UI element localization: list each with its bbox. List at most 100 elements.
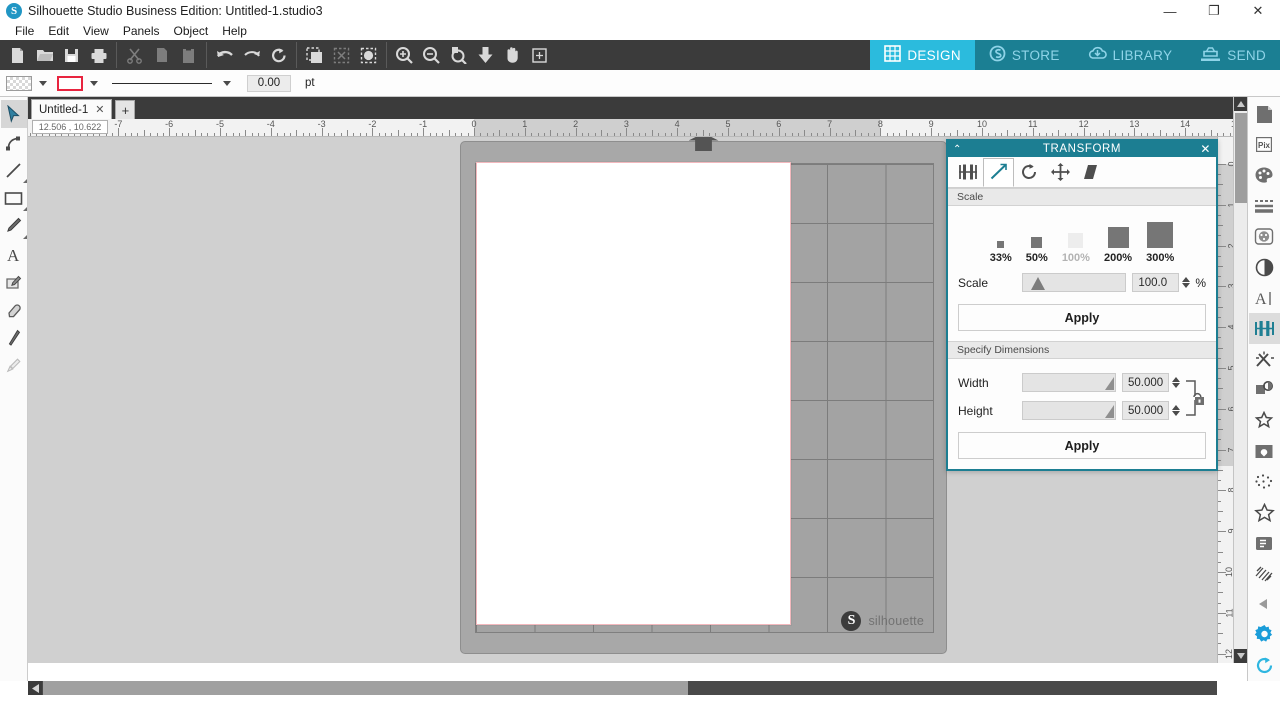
width-value-input[interactable]: 50.000 (1122, 373, 1169, 392)
gradient-fill-icon[interactable] (1249, 252, 1280, 283)
fill-color-swatch[interactable] (6, 75, 32, 91)
close-icon[interactable]: ✕ (1200, 142, 1211, 156)
text-style-icon[interactable]: A (1249, 283, 1280, 314)
transform-icon[interactable] (1248, 313, 1280, 344)
scale-preset-300[interactable]: 300% (1146, 222, 1174, 264)
width-slider[interactable] (1022, 373, 1116, 392)
menu-item-object[interactable]: Object (167, 23, 216, 39)
menu-item-file[interactable]: File (8, 23, 41, 39)
edit-points-tool[interactable] (1, 128, 27, 156)
scale-slider-handle[interactable] (1031, 277, 1045, 290)
menu-item-help[interactable]: Help (215, 23, 254, 39)
height-value-input[interactable]: 50.000 (1122, 401, 1169, 420)
pan-hand-icon[interactable] (499, 42, 526, 68)
select-all-icon[interactable] (301, 42, 328, 68)
line-style-icon[interactable] (1249, 191, 1280, 222)
knife-tool[interactable] (1, 324, 27, 352)
zoom-in-icon[interactable] (391, 42, 418, 68)
open-document-icon[interactable] (31, 42, 58, 68)
stepper-up-icon[interactable] (1172, 377, 1180, 382)
stepper-up-icon[interactable] (1172, 405, 1180, 410)
undo-icon[interactable] (211, 42, 238, 68)
horizontal-scrollbar-thumb[interactable] (43, 681, 688, 695)
redo-icon[interactable] (238, 42, 265, 68)
deselect-all-icon[interactable] (328, 42, 355, 68)
line-style-preview[interactable] (112, 82, 212, 84)
text-tool[interactable]: A (1, 240, 27, 268)
stipple-icon[interactable] (1249, 467, 1280, 498)
tab-design[interactable]: DESIGN (870, 40, 975, 70)
rotate-tab[interactable] (1014, 158, 1045, 187)
line-tool[interactable] (1, 156, 27, 184)
trace-tool[interactable] (1, 268, 27, 296)
scale-slider[interactable] (1022, 273, 1127, 292)
copy-icon[interactable] (148, 42, 175, 68)
trace-panel-icon[interactable] (1249, 405, 1280, 436)
nesting-icon[interactable] (1249, 528, 1280, 559)
eraser-tool[interactable] (1, 296, 27, 324)
scroll-left-arrow-icon[interactable] (28, 681, 42, 695)
menu-item-view[interactable]: View (76, 23, 116, 39)
maximize-button[interactable]: ❐ (1192, 0, 1236, 22)
horizontal-scrollbar[interactable] (28, 681, 1217, 695)
scale-preset-50[interactable]: 50% (1026, 237, 1048, 264)
modify-icon[interactable] (1249, 344, 1280, 375)
stroke-color-swatch[interactable] (57, 75, 83, 91)
height-slider[interactable] (1022, 401, 1116, 420)
new-tab-button[interactable]: + (115, 100, 136, 119)
fit-to-window-icon[interactable] (526, 42, 553, 68)
cut-icon[interactable] (121, 42, 148, 68)
sync-icon[interactable] (1249, 650, 1280, 681)
page-setup-icon[interactable] (1249, 99, 1280, 130)
sketch-icon[interactable] (1249, 436, 1280, 467)
zoom-selection-icon[interactable] (445, 42, 472, 68)
scale-preset-200[interactable]: 200% (1104, 227, 1132, 264)
document-tab-untitled-1[interactable]: Untitled-1 ✕ (31, 99, 113, 119)
scale-stepper[interactable] (1182, 277, 1191, 288)
shear-tab[interactable] (1076, 158, 1107, 187)
scroll-down-arrow-icon[interactable] (1234, 649, 1248, 663)
tab-send[interactable]: SEND (1186, 40, 1280, 70)
width-stepper[interactable] (1172, 377, 1180, 388)
scale-preset-33[interactable]: 33% (990, 241, 1012, 264)
print-icon[interactable] (85, 42, 112, 68)
stroke-dropdown-chevron-icon[interactable] (90, 80, 98, 86)
rhinestone-icon[interactable] (1249, 497, 1280, 528)
scale-apply-button[interactable]: Apply (958, 304, 1206, 331)
scale-tab[interactable] (983, 157, 1014, 187)
preferences-gear-icon[interactable] (1249, 620, 1280, 651)
fit-to-page-icon[interactable] (472, 42, 499, 68)
line-style-chevron-icon[interactable] (223, 80, 231, 86)
vertical-scrollbar[interactable] (1233, 97, 1248, 663)
offset-icon[interactable] (1249, 375, 1280, 406)
stepper-down-icon[interactable] (1182, 283, 1191, 288)
tab-library[interactable]: LIBRARY (1073, 40, 1187, 70)
save-document-icon[interactable] (58, 42, 85, 68)
scroll-up-arrow-icon[interactable] (1234, 97, 1248, 111)
stepper-down-icon[interactable] (1172, 411, 1180, 416)
rectangle-tool[interactable] (1, 184, 27, 212)
horizontal-ruler[interactable]: -9-8-7-6-5-4-3-2-10123456789101112131415… (28, 119, 1247, 137)
move-tab[interactable] (1045, 158, 1076, 187)
close-button[interactable]: ✕ (1236, 0, 1280, 22)
dimensions-apply-button[interactable]: Apply (958, 432, 1206, 459)
line-width-input[interactable]: 0.00 (247, 74, 291, 92)
minimize-button[interactable]: — (1148, 0, 1192, 22)
menu-item-edit[interactable]: Edit (41, 23, 76, 39)
scale-preset-100[interactable]: 100% (1062, 233, 1090, 264)
pixscan-icon[interactable]: Pix (1249, 130, 1280, 161)
select-tool[interactable] (0, 100, 27, 128)
stepper-up-icon[interactable] (1182, 277, 1191, 282)
hatch-fill-icon[interactable] (1249, 558, 1280, 589)
draw-pen-tool[interactable] (1, 212, 27, 240)
select-by-color-icon[interactable] (355, 42, 382, 68)
pattern-fill-icon[interactable] (1249, 222, 1280, 253)
color-palette-icon[interactable] (1249, 160, 1280, 191)
unlocked-padlock-icon[interactable] (1184, 375, 1208, 424)
tab-store[interactable]: STORE (974, 40, 1074, 70)
stepper-down-icon[interactable] (1172, 383, 1180, 388)
eyedropper-tool[interactable] (1, 352, 27, 380)
align-tab[interactable] (952, 158, 983, 187)
scale-value-input[interactable]: 100.0 (1132, 273, 1180, 292)
vertical-scrollbar-thumb[interactable] (1235, 113, 1247, 203)
